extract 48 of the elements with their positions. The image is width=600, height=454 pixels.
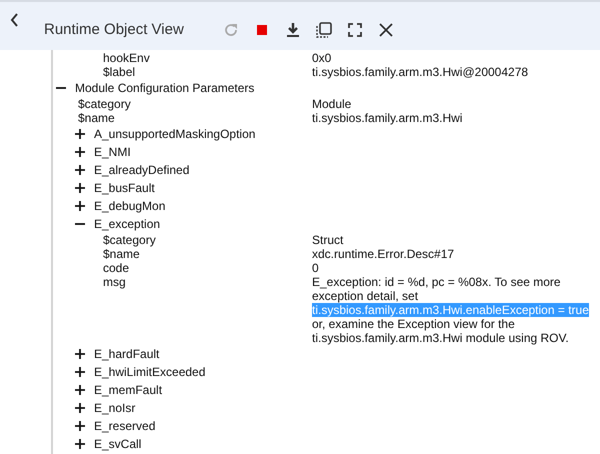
property-value: Struct (312, 233, 344, 247)
back-icon[interactable] (10, 13, 20, 27)
tree-node-label[interactable]: A_unsupportedMaskingOption (94, 127, 256, 141)
expand-icon[interactable] (74, 384, 86, 396)
expand-icon[interactable] (74, 348, 86, 360)
expand-icon[interactable] (74, 402, 86, 414)
tree-node-label[interactable]: E_exception (94, 217, 160, 231)
tree-node-label[interactable]: E_NMI (94, 145, 131, 159)
tree-node-label[interactable]: E_reserved (94, 419, 156, 433)
property-value: ti.sysbios.family.arm.m3.Hwi (312, 111, 462, 125)
property-name: $label (103, 65, 136, 79)
property-value: or, examine the Exception view for the ti.sysbios.family.arm.m3.Hwi module using ROV. (312, 317, 570, 345)
property-value: ti.sysbios.family.arm.m3.Hwi@20004278 (312, 65, 528, 79)
expand-icon[interactable] (74, 366, 86, 378)
property-value: xdc.runtime.Error.Desc#17 (312, 247, 454, 261)
expand-icon[interactable] (74, 182, 86, 194)
expand-icon[interactable] (74, 146, 86, 158)
expand-icon[interactable] (74, 164, 86, 176)
close-icon[interactable] (377, 21, 395, 39)
property-name: $name (78, 111, 116, 125)
tree-node-label[interactable]: Module Configuration Parameters (75, 81, 254, 95)
property-name: $category (103, 233, 157, 247)
property-name: msg (103, 275, 127, 289)
tree-node-label[interactable]: E_hardFault (94, 347, 160, 361)
selected-text: ti.sysbios.family.arm.m3.Hwi.enableException = true (312, 303, 589, 317)
fullscreen-icon[interactable] (346, 21, 364, 39)
expand-icon[interactable] (74, 438, 86, 450)
tree-node-label[interactable]: E_alreadyDefined (94, 163, 190, 177)
property-value: 0x0 (312, 51, 332, 65)
expand-icon[interactable] (74, 200, 86, 212)
copy-icon[interactable] (315, 21, 333, 39)
expand-icon[interactable] (74, 420, 86, 432)
window-title: Runtime Object View (44, 20, 185, 40)
tree-node-label[interactable]: E_noIsr (94, 401, 136, 415)
property-name: hookEnv (103, 51, 151, 65)
tree-node-label[interactable]: E_svCall (94, 437, 142, 451)
property-value: Module (312, 97, 352, 111)
tree-node-label[interactable]: E_debugMon (94, 199, 166, 213)
property-name: $name (103, 247, 141, 261)
tree-node-label[interactable]: E_hwiLimitExceeded (94, 365, 206, 379)
download-icon[interactable] (284, 21, 302, 39)
property-name: $category (78, 97, 132, 111)
property-value: E_exception: id = %d, pc = %08x. To see more exception detail, set (312, 275, 562, 303)
tree-node-label[interactable]: E_memFault (94, 383, 162, 397)
property-value: 0 (312, 261, 319, 275)
expand-icon[interactable] (74, 128, 86, 140)
property-name: code (103, 261, 130, 275)
tree-node-label[interactable]: E_busFault (94, 181, 155, 195)
